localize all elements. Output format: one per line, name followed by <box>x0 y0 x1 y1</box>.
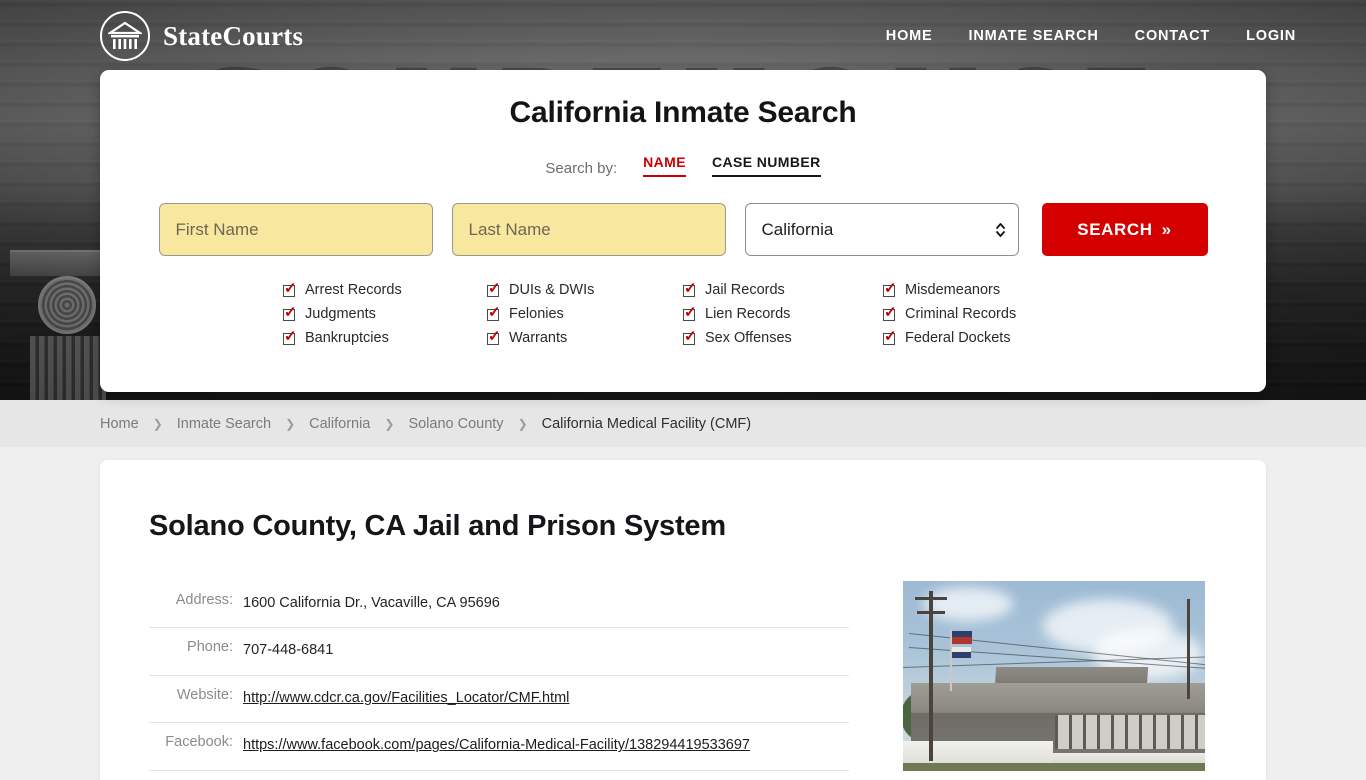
detail-label-website: Website: <box>176 686 233 703</box>
checkbox-checked-icon: ✓ <box>883 303 897 321</box>
checkbox-checked-icon: ✓ <box>883 279 897 297</box>
record-type-label: Judgments <box>305 306 376 322</box>
record-type-federal-dockets[interactable]: ✓ Federal Dockets <box>883 327 1083 346</box>
website-link[interactable]: http://www.cdcr.ca.gov/Facilities_Locato… <box>243 690 569 706</box>
brand-name: StateCourts <box>163 20 304 51</box>
nav-link-contact[interactable]: CONTACT <box>1135 28 1210 44</box>
record-type-warrants[interactable]: ✓ Warrants <box>487 327 683 346</box>
nav-link-inmate-search[interactable]: INMATE SEARCH <box>969 28 1099 44</box>
record-type-judgments[interactable]: ✓ Judgments <box>283 303 487 322</box>
nav-link-login[interactable]: LOGIN <box>1246 28 1296 44</box>
checkbox-checked-icon: ✓ <box>683 303 697 321</box>
record-type-label: Warrants <box>509 330 568 346</box>
facility-photo <box>903 581 1205 771</box>
table-row: Address: 1600 California Dr., Vacaville,… <box>149 581 849 628</box>
record-type-label: DUIs & DWIs <box>509 282 595 298</box>
checkbox-checked-icon: ✓ <box>487 279 501 297</box>
checkbox-checked-icon: ✓ <box>883 327 897 345</box>
record-type-jail-records[interactable]: ✓ Jail Records <box>683 279 883 298</box>
chevron-right-icon: ❯ <box>285 416 296 431</box>
table-row: Website: http://www.cdcr.ca.gov/Faciliti… <box>149 675 849 723</box>
breadcrumb-bar: Home ❯ Inmate Search ❯ California ❯ Sola… <box>0 400 1366 447</box>
record-type-criminal-records[interactable]: ✓ Criminal Records <box>883 303 1083 322</box>
detail-value-address: 1600 California Dr., Vacaville, CA 95696 <box>243 595 500 611</box>
double-chevron-right-icon: » <box>1161 219 1172 239</box>
record-type-felonies[interactable]: ✓ Felonies <box>487 303 683 322</box>
table-row: Facebook: https://www.facebook.com/pages… <box>149 723 849 771</box>
breadcrumb-item-solano-county[interactable]: Solano County <box>408 416 503 432</box>
nav-link-home[interactable]: HOME <box>886 28 933 44</box>
facility-details-section: Address: 1600 California Dr., Vacaville,… <box>100 543 1266 771</box>
checkbox-checked-icon: ✓ <box>487 303 501 321</box>
record-type-label: Arrest Records <box>305 282 402 298</box>
page-title: Solano County, CA Jail and Prison System <box>149 510 726 542</box>
brand-logo[interactable]: StateCourts <box>100 11 303 61</box>
detail-label-phone: Phone: <box>187 639 233 656</box>
record-type-arrest-records[interactable]: ✓ Arrest Records <box>283 279 487 298</box>
table-row: Phone: 707-448-6841 <box>149 628 849 676</box>
facility-content-card: Solano County, CA Jail and Prison System… <box>100 460 1266 780</box>
detail-label-address: Address: <box>175 592 233 608</box>
detail-label-facebook: Facebook: <box>165 734 233 751</box>
search-fields-row: California SEARCH » <box>100 203 1266 256</box>
chevron-right-icon: ❯ <box>517 416 528 431</box>
record-type-label: Sex Offenses <box>705 330 792 346</box>
search-by-row: Search by: NAME CASE NUMBER <box>100 154 1266 177</box>
breadcrumb: Home ❯ Inmate Search ❯ California ❯ Sola… <box>100 416 751 432</box>
record-type-checklist: ✓ Arrest Records ✓ DUIs & DWIs ✓ Jail Re… <box>100 279 1266 346</box>
breadcrumb-item-inmate-search[interactable]: Inmate Search <box>177 416 271 432</box>
chevron-right-icon: ❯ <box>152 416 163 431</box>
checkbox-checked-icon: ✓ <box>283 303 297 321</box>
record-type-duis-dwis[interactable]: ✓ DUIs & DWIs <box>487 279 683 298</box>
checkbox-checked-icon: ✓ <box>283 279 297 297</box>
tab-name[interactable]: NAME <box>643 154 686 177</box>
courthouse-circle-icon <box>100 11 150 61</box>
record-type-misdemeanors[interactable]: ✓ Misdemeanors <box>883 279 1083 298</box>
checkbox-checked-icon: ✓ <box>683 279 697 297</box>
first-name-input[interactable] <box>158 203 433 256</box>
record-type-label: Bankruptcies <box>305 330 389 346</box>
tab-case-number[interactable]: CASE NUMBER <box>711 154 821 177</box>
facility-info-table: Address: 1600 California Dr., Vacaville,… <box>149 581 849 771</box>
state-select-wrapper: California <box>744 203 1019 256</box>
record-type-label: Lien Records <box>705 306 791 322</box>
facebook-link[interactable]: https://www.facebook.com/pages/Californi… <box>243 737 750 753</box>
checkbox-checked-icon: ✓ <box>683 327 697 345</box>
site-header: StateCourts HOME INMATE SEARCH CONTACT L… <box>0 0 1366 72</box>
chevron-right-icon: ❯ <box>384 416 395 431</box>
record-type-lien-records[interactable]: ✓ Lien Records <box>683 303 883 322</box>
record-type-label: Jail Records <box>705 282 785 298</box>
state-select[interactable]: California <box>744 203 1019 256</box>
search-button-label: SEARCH <box>1077 219 1153 239</box>
search-card-title: California Inmate Search <box>509 96 857 129</box>
detail-value-phone: 707-448-6841 <box>243 642 334 659</box>
main-navigation: HOME INMATE SEARCH CONTACT LOGIN <box>886 28 1296 44</box>
record-type-sex-offenses[interactable]: ✓ Sex Offenses <box>683 327 883 346</box>
record-type-label: Misdemeanors <box>905 282 1001 298</box>
search-button[interactable]: SEARCH » <box>1041 203 1208 256</box>
breadcrumb-item-home[interactable]: Home <box>100 416 139 432</box>
checkbox-checked-icon: ✓ <box>283 327 297 345</box>
record-type-label: Federal Dockets <box>905 330 1011 346</box>
search-by-label: Search by: <box>545 160 618 177</box>
last-name-input[interactable] <box>451 203 726 256</box>
checkbox-checked-icon: ✓ <box>487 327 501 345</box>
inmate-search-card: California Inmate Search Search by: NAME… <box>100 70 1266 392</box>
breadcrumb-item-current: California Medical Facility (CMF) <box>541 415 752 432</box>
record-type-label: Felonies <box>509 306 564 322</box>
record-type-bankruptcies[interactable]: ✓ Bankruptcies <box>283 327 487 346</box>
record-type-label: Criminal Records <box>905 306 1017 322</box>
breadcrumb-item-california[interactable]: California <box>309 416 370 432</box>
